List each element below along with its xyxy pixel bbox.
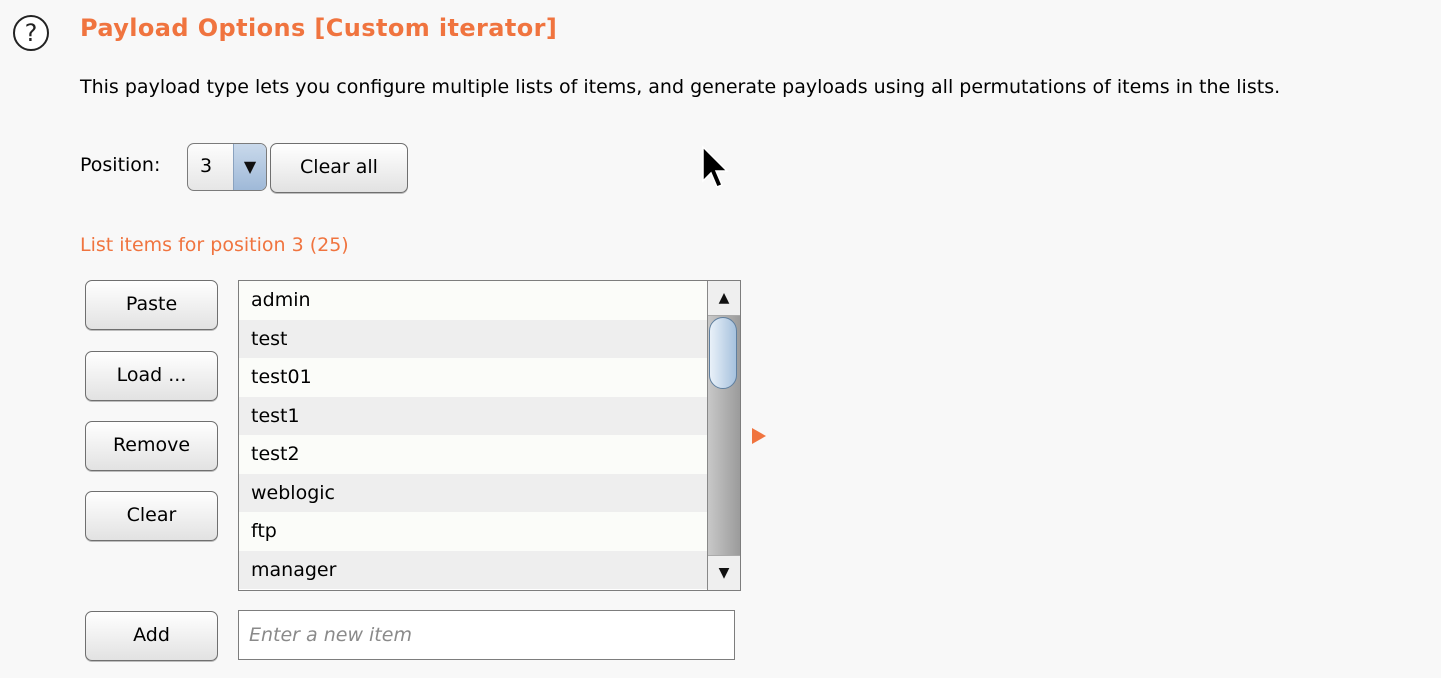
list-items-box[interactable]: admin test test01 test1 test2 weblogic f… xyxy=(238,280,741,591)
remove-button[interactable]: Remove xyxy=(85,421,218,471)
load-button[interactable]: Load ... xyxy=(85,351,218,401)
list-item[interactable]: manager xyxy=(239,550,708,589)
expand-arrow-icon[interactable] xyxy=(752,428,766,444)
list-heading: List items for position 3 (25) xyxy=(80,234,349,256)
list-item[interactable]: ftp xyxy=(239,512,708,551)
clear-button[interactable]: Clear xyxy=(85,491,218,541)
list-item[interactable]: admin xyxy=(239,281,708,320)
section-description: This payload type lets you configure mul… xyxy=(80,76,1281,98)
scroll-down-arrow-icon[interactable]: ▼ xyxy=(708,555,740,590)
position-dropdown[interactable]: 3 ▼ xyxy=(187,143,267,191)
section-title: Payload Options [Custom iterator] xyxy=(80,14,558,42)
chevron-down-icon[interactable]: ▼ xyxy=(233,144,266,190)
mouse-cursor-icon xyxy=(702,145,729,188)
list-item[interactable]: test xyxy=(239,319,708,358)
scroll-thumb[interactable] xyxy=(709,317,737,389)
paste-button[interactable]: Paste xyxy=(85,280,218,330)
list-item[interactable]: test01 xyxy=(239,358,708,397)
add-button[interactable]: Add xyxy=(85,611,218,661)
list-item[interactable]: test2 xyxy=(239,435,708,474)
list-item[interactable]: weblogic xyxy=(239,473,708,512)
position-label: Position: xyxy=(80,154,161,176)
position-dropdown-value: 3 xyxy=(200,155,213,177)
list-scrollbar[interactable]: ▲ ▼ xyxy=(707,281,740,590)
list-item[interactable]: test1 xyxy=(239,396,708,435)
new-item-input[interactable] xyxy=(238,610,735,660)
clear-all-button[interactable]: Clear all xyxy=(270,143,408,193)
scroll-up-arrow-icon[interactable]: ▲ xyxy=(708,281,740,316)
help-icon[interactable]: ? xyxy=(13,15,49,51)
list-items[interactable]: admin test test01 test1 test2 weblogic f… xyxy=(239,281,708,590)
